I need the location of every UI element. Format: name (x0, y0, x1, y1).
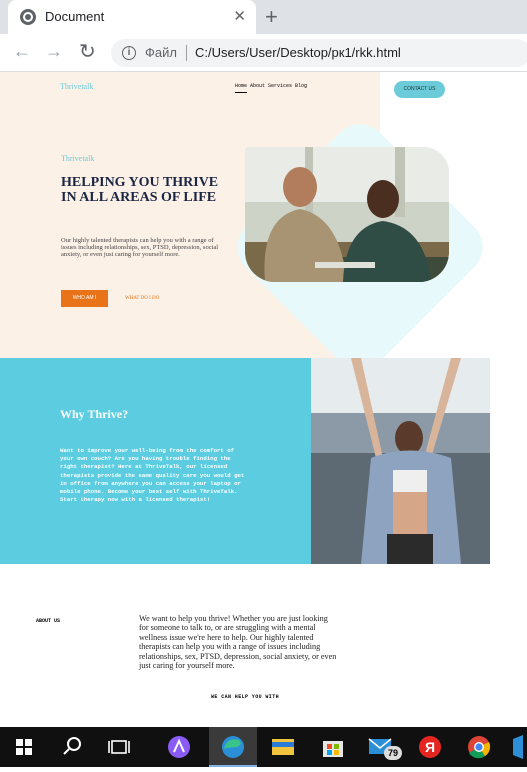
edge-icon[interactable] (209, 727, 257, 767)
nav-about[interactable]: About (250, 83, 265, 93)
search-icon[interactable] (48, 727, 96, 767)
windows-start-icon[interactable] (0, 727, 48, 767)
store-icon[interactable] (309, 727, 357, 767)
about-us-label: ABOUT US (36, 618, 61, 624)
new-tab-icon[interactable]: + (265, 4, 278, 30)
file-explorer-icon[interactable] (259, 727, 307, 767)
what-do-i-do-link[interactable]: WHAT DO I DO (125, 296, 159, 301)
back-icon[interactable]: ← (13, 41, 31, 62)
who-am-i-button[interactable]: WHO AM I (61, 290, 108, 307)
about-us-text: We want to help you thrive! Whether you … (139, 614, 337, 671)
info-icon[interactable]: i (122, 46, 136, 60)
alice-icon[interactable] (155, 727, 203, 767)
address-bar[interactable]: i Файл C:/Users/User/Desktop/рк1/rkk.htm… (111, 39, 527, 67)
stretching-woman-photo (311, 358, 490, 564)
we-can-help-label: WE CAN HELP YOU WITH (211, 694, 280, 700)
task-view-icon[interactable] (96, 727, 144, 767)
chrome-icon[interactable] (455, 727, 503, 767)
forward-icon[interactable]: → (45, 41, 63, 62)
tab-title: Document (45, 9, 105, 24)
browser-tab-strip: Document ✕ + (0, 0, 527, 34)
nav-blog[interactable]: Blog (295, 83, 307, 93)
why-thrive-text: Want to improve your well-being from the… (60, 447, 245, 504)
globe-icon (20, 9, 36, 25)
yandex-browser-icon[interactable]: Я (406, 727, 454, 767)
scheme-label: Файл (145, 45, 177, 60)
browser-tab[interactable]: Document ✕ (8, 0, 256, 34)
browser-toolbar: ← → ↻ i Файл C:/Users/User/Desktop/рк1/r… (0, 34, 527, 72)
hero-text: Our highly talented therapists can help … (61, 237, 219, 258)
nav-services[interactable]: Services (268, 83, 292, 93)
omnibox-separator (186, 45, 187, 61)
why-thrive-title: Why Thrive? (60, 407, 129, 421)
mail-unread-badge: 79 (384, 746, 402, 760)
page-viewport: Thrivetalk Home About Services Blog CONT… (0, 72, 527, 727)
site-logo[interactable]: Thrivetalk (60, 82, 93, 91)
vscode-icon[interactable] (505, 727, 527, 767)
reload-icon[interactable]: ↻ (79, 39, 96, 64)
windows-taskbar: 79 Я (0, 727, 527, 767)
hero-title: HELPING YOU THRIVE IN ALL AREAS OF LIFE (61, 175, 219, 205)
url-text[interactable]: C:/Users/User/Desktop/рк1/rkk.html (195, 45, 401, 60)
why-thrive-section: Why Thrive? Want to improve your well-be… (0, 358, 311, 564)
nav-home[interactable]: Home (235, 83, 248, 93)
close-tab-icon[interactable]: ✕ (233, 7, 246, 25)
therapy-session-photo (245, 147, 449, 282)
hero-brand: Thrivetalk (61, 154, 95, 163)
contact-button[interactable]: CONTACT US (394, 81, 445, 98)
site-nav: Home About Services Blog (235, 83, 307, 93)
yandex-letter: Я (425, 739, 435, 755)
